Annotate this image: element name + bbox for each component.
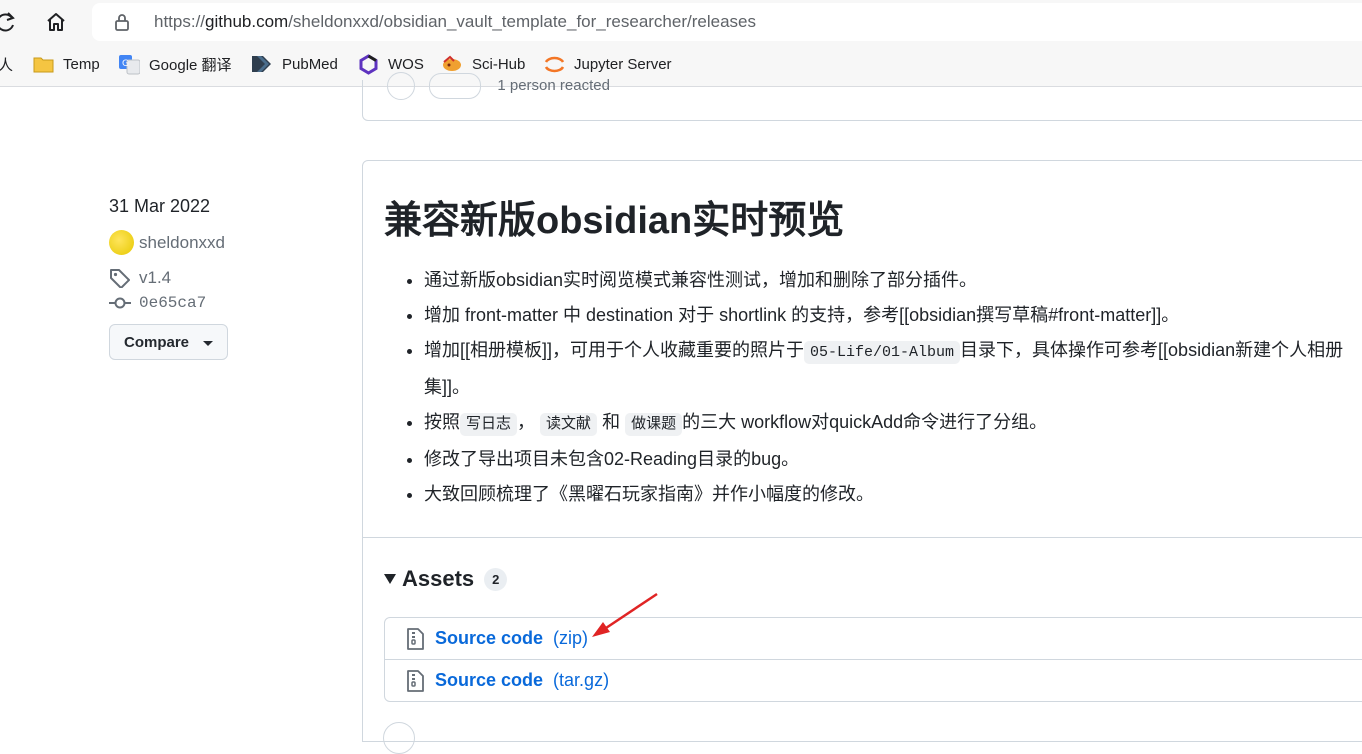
- release-sidebar: 31 Mar 2022 sheldonxxd v1.4 0e65ca7 Comp…: [109, 196, 228, 360]
- bookmark-pubmed[interactable]: PubMed: [251, 44, 338, 84]
- release-title[interactable]: 兼容新版obsidian实时预览: [384, 189, 844, 244]
- reload-icon[interactable]: [0, 10, 18, 34]
- release-author[interactable]: sheldonxxd: [109, 230, 228, 255]
- list-item: 增加[[相册模板]]，可用于个人收藏重要的照片于05-Life/01-Album…: [424, 333, 1362, 405]
- asset-link[interactable]: Source code: [435, 670, 543, 691]
- inline-code: 做课题: [625, 413, 683, 436]
- svg-text:G: G: [122, 59, 129, 69]
- avatar[interactable]: [109, 230, 134, 255]
- assets-count-badge: 2: [484, 567, 508, 591]
- wos-icon: [359, 53, 378, 75]
- triangle-down-icon: [384, 574, 396, 584]
- chevron-down-icon: [203, 340, 214, 346]
- address-bar[interactable]: https://github.com/sheldonxxd/obsidian_v…: [92, 3, 1362, 41]
- list-item: 增加 front-matter 中 destination 对于 shortli…: [424, 298, 1362, 333]
- pubmed-icon: [252, 56, 271, 72]
- reaction-summary: 1 person reacted: [387, 72, 610, 100]
- list-item: 大致回顾梳理了《黑曜石玩家指南》并作小幅度的修改。: [424, 477, 1362, 512]
- bookmark-partial[interactable]: 人: [0, 44, 13, 84]
- asset-source-targz[interactable]: Source code (tar.gz): [385, 659, 1362, 701]
- file-zip-icon: [407, 627, 424, 650]
- browser-toolbar: https://github.com/sheldonxxd/obsidian_v…: [0, 0, 1362, 44]
- commit-icon: [109, 297, 131, 309]
- assets-list: Source code (zip) Source code (tar.gz): [384, 617, 1362, 702]
- tag-icon: [110, 269, 130, 288]
- list-item: 修改了导出项目未包含02-Reading目录的bug。: [424, 442, 1362, 477]
- previous-release-card: 1 person reacted: [362, 72, 1362, 121]
- bookmark-google-translate[interactable]: G Google 翻译: [119, 44, 232, 84]
- scihub-icon: [443, 55, 461, 71]
- release-card: 兼容新版obsidian实时预览 通过新版obsidian实时阅览模式兼容性测试…: [362, 160, 1362, 742]
- inline-code: 写日志: [460, 413, 518, 436]
- url-text[interactable]: https://github.com/sheldonxxd/obsidian_v…: [154, 12, 756, 32]
- inline-code: 05-Life/01-Album: [804, 341, 961, 364]
- google-translate-icon: G: [119, 54, 140, 74]
- asset-link[interactable]: Source code: [435, 628, 543, 649]
- folder-icon: [33, 57, 54, 73]
- inline-code: 读文献: [540, 413, 598, 436]
- thumbs-up-reaction-button[interactable]: [429, 73, 482, 99]
- list-item: 按照写日志， 读文献 和 做课题的三大 workflow对quickAdd命令进…: [424, 405, 1362, 442]
- bookmark-temp[interactable]: Temp: [33, 44, 100, 84]
- file-zip-icon: [407, 669, 424, 692]
- list-item: 通过新版obsidian实时阅览模式兼容性测试，增加和删除了部分插件。: [424, 263, 1362, 298]
- asset-source-zip[interactable]: Source code (zip): [385, 618, 1362, 659]
- release-commit[interactable]: 0e65ca7: [109, 294, 228, 312]
- divider: [363, 537, 1362, 538]
- assets-toggle[interactable]: Assets 2: [384, 566, 508, 592]
- compare-button[interactable]: Compare: [109, 324, 228, 360]
- add-reaction-icon[interactable]: [387, 72, 415, 100]
- release-date: 31 Mar 2022: [109, 196, 211, 216]
- home-icon[interactable]: [44, 10, 68, 34]
- next-reaction-button[interactable]: [383, 722, 415, 754]
- release-notes: 通过新版obsidian实时阅览模式兼容性测试，增加和删除了部分插件。 增加 f…: [384, 263, 1362, 512]
- lock-icon[interactable]: [112, 12, 132, 32]
- release-tag[interactable]: v1.4: [109, 268, 228, 288]
